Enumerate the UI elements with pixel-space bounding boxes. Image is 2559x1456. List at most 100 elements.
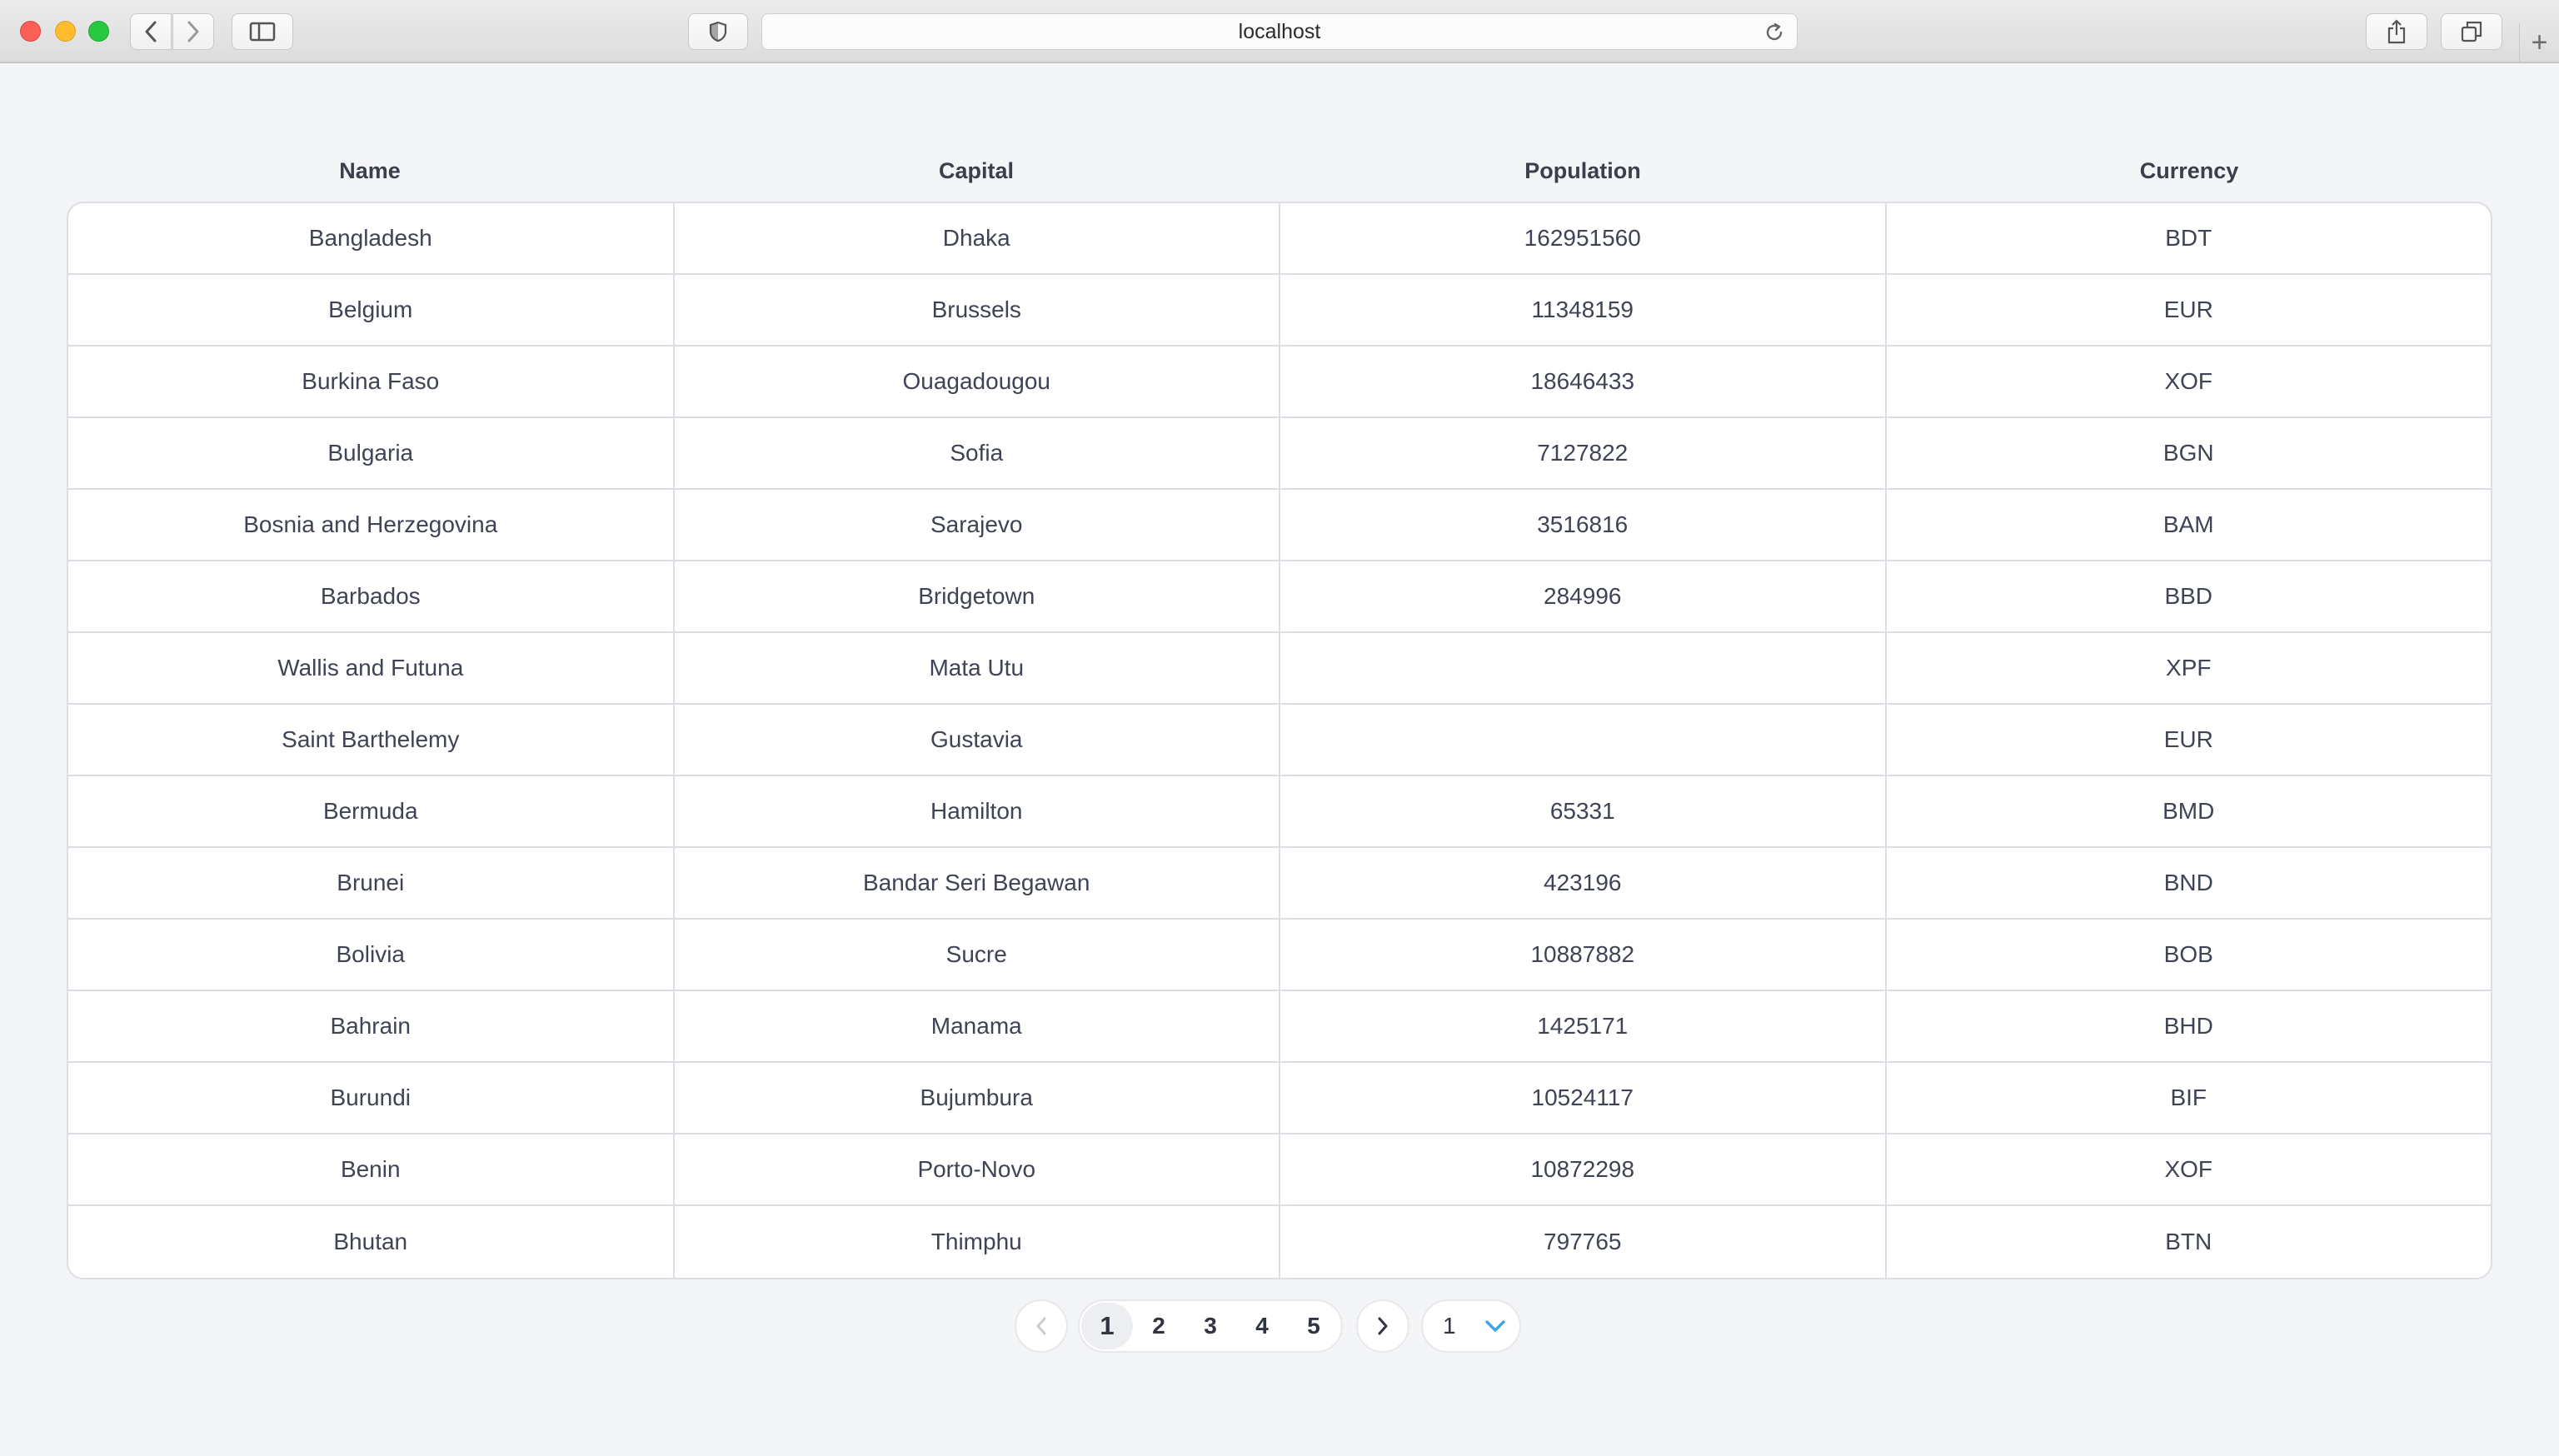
- countries-table: Name Capital Population Currency Banglad…: [67, 140, 2492, 1279]
- population-cell: 284996: [1280, 561, 1887, 631]
- population-cell: 423196: [1280, 848, 1887, 918]
- table-row[interactable]: Bermuda Hamilton 65331 BMD: [68, 776, 2491, 848]
- page-size-value: 1: [1443, 1313, 1456, 1339]
- table-row[interactable]: Wallis and Futuna Mata Utu XPF: [68, 633, 2491, 705]
- next-page-button[interactable]: [1356, 1299, 1409, 1353]
- currency-cell: BGN: [2162, 440, 2214, 466]
- population-cell: 11348159: [1280, 275, 1887, 345]
- page-button-1[interactable]: 1: [1081, 1303, 1133, 1349]
- chevron-left-icon: [145, 21, 157, 42]
- capital-cell: Gustavia: [675, 705, 1280, 775]
- table-row[interactable]: Bahrain Manama 1425171 BHD: [68, 991, 2491, 1063]
- capital-cell: Sofia: [675, 418, 1280, 488]
- population-cell: 797765: [1280, 1206, 1887, 1278]
- page-button-2[interactable]: 2: [1133, 1303, 1185, 1349]
- plus-icon: +: [2531, 26, 2548, 58]
- new-tab-button[interactable]: +: [2519, 23, 2559, 62]
- reload-icon[interactable]: [1763, 22, 1785, 47]
- name-cell: Belgium: [68, 275, 675, 345]
- table-row[interactable]: Bulgaria Sofia 7127822 BGN: [68, 418, 2491, 490]
- capital-cell: Sucre: [675, 920, 1280, 990]
- name-cell: Burkina Faso: [68, 347, 675, 416]
- page-number-list: 1 2 3 4 5: [1078, 1299, 1343, 1353]
- table-row[interactable]: Benin Porto-Novo 10872298 XOF: [68, 1134, 2491, 1206]
- capital-cell: Bandar Seri Begawan: [675, 848, 1280, 918]
- previous-page-button[interactable]: [1015, 1299, 1068, 1353]
- column-header-population[interactable]: Population: [1280, 158, 1886, 184]
- table-row[interactable]: Saint Barthelemy Gustavia EUR: [68, 705, 2491, 776]
- table-row[interactable]: Belgium Brussels 11348159 EUR: [68, 275, 2491, 347]
- tab-overview-button[interactable]: [2441, 13, 2502, 50]
- page-size-select[interactable]: 1: [1421, 1299, 1521, 1353]
- name-cell: Bahrain: [68, 991, 675, 1061]
- table-row[interactable]: Burundi Bujumbura 10524117 BIF: [68, 1063, 2491, 1134]
- tabs-icon: [2461, 21, 2482, 42]
- capital-cell: Thimphu: [675, 1206, 1280, 1278]
- column-header-currency[interactable]: Currency: [1886, 158, 2492, 184]
- window-close-button[interactable]: [20, 21, 41, 42]
- currency-cell: BHD: [2163, 1013, 2213, 1039]
- population-cell: 3516816: [1280, 490, 1887, 560]
- capital-cell: Porto-Novo: [675, 1134, 1280, 1204]
- window-zoom-button[interactable]: [88, 21, 109, 42]
- population-cell: 10872298: [1280, 1134, 1887, 1204]
- table-row[interactable]: Barbados Bridgetown 284996 BBD: [68, 561, 2491, 633]
- table-row[interactable]: Bosnia and Herzegovina Sarajevo 3516816 BAM: [68, 490, 2491, 561]
- currency-cell: BMD: [2162, 798, 2215, 824]
- shield-icon: [709, 21, 727, 42]
- name-cell: Saint Barthelemy: [68, 705, 675, 775]
- name-cell: Bulgaria: [68, 418, 675, 488]
- name-cell: Barbados: [68, 561, 675, 631]
- window-minimize-button[interactable]: [55, 21, 76, 42]
- currency-cell: EUR: [2163, 297, 2213, 322]
- column-header-capital[interactable]: Capital: [673, 158, 1280, 184]
- capital-cell: Brussels: [675, 275, 1280, 345]
- population-cell: [1280, 633, 1887, 703]
- forward-button[interactable]: [172, 13, 214, 50]
- capital-cell: Bujumbura: [675, 1063, 1280, 1133]
- capital-cell: Mata Utu: [675, 633, 1280, 703]
- table-row[interactable]: Bhutan Thimphu 797765 BTN: [68, 1206, 2491, 1278]
- currency-cell: BDT: [2165, 225, 2212, 251]
- population-cell: 10524117: [1280, 1063, 1887, 1133]
- table-row[interactable]: Bangladesh Dhaka 162951560 BDT: [68, 203, 2491, 275]
- name-cell: Bosnia and Herzegovina: [68, 490, 675, 560]
- page-button-4[interactable]: 4: [1236, 1303, 1288, 1349]
- capital-cell: Manama: [675, 991, 1280, 1061]
- capital-cell: Bridgetown: [675, 561, 1280, 631]
- page-button-3[interactable]: 3: [1185, 1303, 1236, 1349]
- name-cell: Bermuda: [68, 776, 675, 846]
- sidebar-toggle-button[interactable]: [232, 13, 293, 50]
- population-cell: 7127822: [1280, 418, 1887, 488]
- name-cell: Benin: [68, 1134, 675, 1204]
- table-row[interactable]: Burkina Faso Ouagadougou 18646433 XOF: [68, 347, 2491, 418]
- privacy-report-button[interactable]: [688, 13, 748, 50]
- population-cell: 65331: [1280, 776, 1887, 846]
- currency-cell: BBD: [2164, 583, 2213, 609]
- chevron-down-icon: [1485, 1320, 1505, 1332]
- population-cell: 162951560: [1280, 203, 1887, 273]
- currency-cell: BIF: [2170, 1085, 2207, 1110]
- table-body: Bangladesh Dhaka 162951560 BDT Belgium Brusse…: [67, 202, 2492, 1279]
- chevron-left-icon: [1036, 1317, 1046, 1335]
- capital-cell: Hamilton: [675, 776, 1280, 846]
- pagination: 1 2 3 4 5 1: [1015, 1299, 1521, 1353]
- share-button[interactable]: [2366, 13, 2427, 50]
- address-bar[interactable]: localhost: [761, 13, 1798, 50]
- currency-cell: XOF: [2164, 368, 2213, 394]
- table-row[interactable]: Brunei Bandar Seri Begawan 423196 BND: [68, 848, 2491, 920]
- table-header: Name Capital Population Currency: [67, 140, 2492, 202]
- currency-cell: BTN: [2165, 1229, 2212, 1254]
- back-button[interactable]: [130, 13, 172, 50]
- table-row[interactable]: Bolivia Sucre 10887882 BOB: [68, 920, 2491, 991]
- currency-cell: EUR: [2163, 726, 2213, 752]
- column-header-name[interactable]: Name: [67, 158, 673, 184]
- page-button-5[interactable]: 5: [1288, 1303, 1339, 1349]
- name-cell: Brunei: [68, 848, 675, 918]
- currency-cell: BAM: [2162, 511, 2214, 537]
- capital-cell: Dhaka: [675, 203, 1280, 273]
- capital-cell: Sarajevo: [675, 490, 1280, 560]
- population-cell: [1280, 705, 1887, 775]
- currency-cell: BOB: [2163, 941, 2213, 967]
- name-cell: Bolivia: [68, 920, 675, 990]
